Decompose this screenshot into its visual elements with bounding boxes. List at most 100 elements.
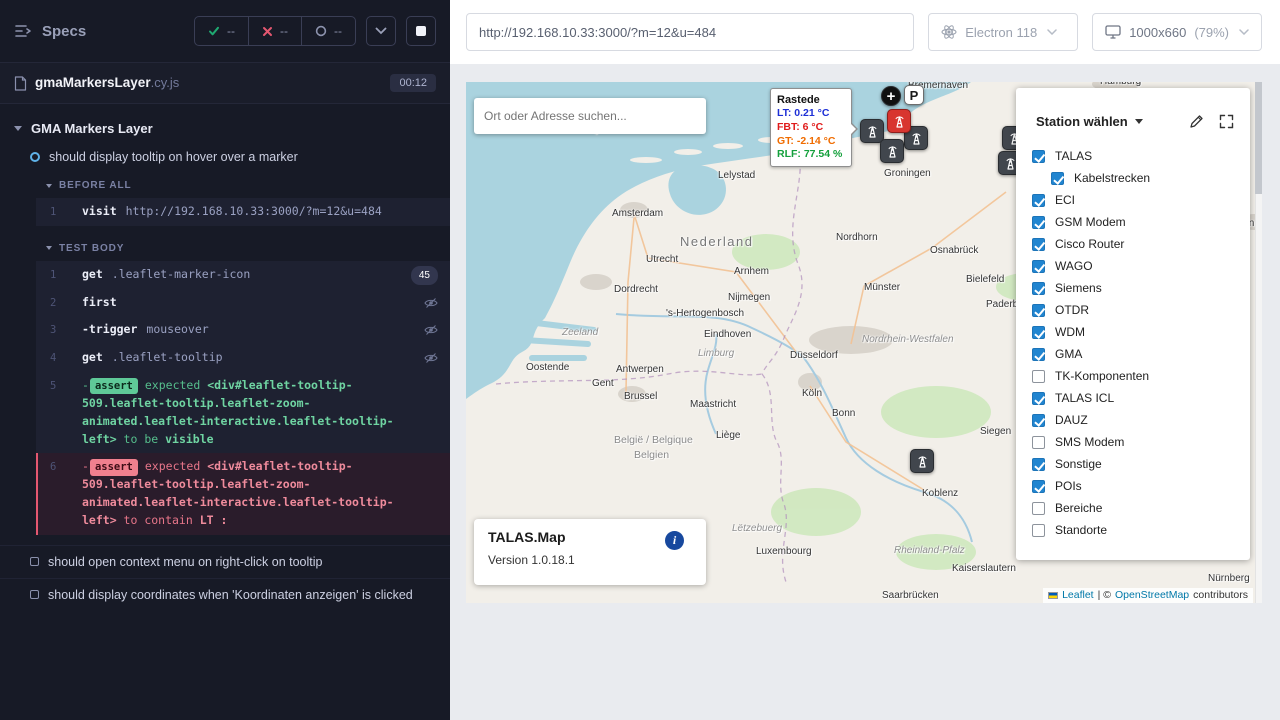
layer-checkbox[interactable]: [1032, 348, 1045, 361]
layer-checkbox[interactable]: [1032, 304, 1045, 317]
layer-item-sonstige[interactable]: Sonstige: [1032, 453, 1250, 475]
layer-checkbox[interactable]: [1032, 480, 1045, 493]
layer-checkbox[interactable]: [1032, 282, 1045, 295]
command-row[interactable]: 1get.leaflet-marker-icon45: [36, 261, 450, 289]
layer-item-standorte[interactable]: Standorte: [1032, 519, 1250, 541]
command-row[interactable]: 5-assertexpected <div#leaflet-tooltip-50…: [36, 372, 450, 453]
layer-item-kabelstrecken[interactable]: Kabelstrecken: [1032, 167, 1250, 189]
layer-label: POIs: [1055, 479, 1082, 493]
layer-checkbox[interactable]: [1032, 392, 1045, 405]
invisible-eye-icon: [424, 324, 438, 342]
map-scrollbar[interactable]: [1255, 82, 1262, 603]
station-select-dropdown[interactable]: Station wählen: [1036, 114, 1143, 129]
station-marker[interactable]: [880, 139, 904, 163]
collapse-all-button[interactable]: [366, 16, 396, 46]
layer-item-talas-icl[interactable]: TALAS ICL: [1032, 387, 1250, 409]
pending-test-row[interactable]: should display coordinates when 'Koordin…: [0, 578, 450, 611]
suite-row[interactable]: GMA Markers Layer: [0, 114, 450, 143]
leaflet-map[interactable]: HamburgBremerhavenBremenNiedersachsenHan…: [466, 82, 1262, 603]
command-number: 5: [50, 378, 56, 394]
test-body-header[interactable]: TEST BODY: [0, 234, 450, 259]
parking-marker[interactable]: P: [904, 85, 924, 105]
cypress-reporter: Specs -- -- --: [0, 0, 450, 720]
map-place-label: Düsseldorf: [790, 350, 838, 361]
chevron-down-icon: [375, 27, 387, 35]
url-input[interactable]: http://192.168.10.33:3000/?m=12&u=484: [466, 13, 914, 51]
map-place-label: Limburg: [698, 348, 734, 359]
layer-label: GMA: [1055, 347, 1082, 361]
active-test-row[interactable]: should display tooltip on hover over a m…: [0, 143, 450, 171]
browser-selector[interactable]: Electron 118: [928, 13, 1078, 51]
map-place-label: Saarbrücken: [882, 590, 939, 601]
map-place-label: Brussel: [624, 391, 657, 402]
panel-header: Station wählen: [1016, 88, 1250, 141]
before-all-commands: 1visithttp://192.168.10.33:3000/?m=12&u=…: [36, 198, 450, 226]
viewport-selector[interactable]: 1000x660 (79%): [1092, 13, 1262, 51]
command-text: visithttp://192.168.10.33:3000/?m=12&u=4…: [82, 203, 436, 221]
cluster-plus-marker[interactable]: +: [881, 86, 901, 106]
map-place-label: Utrecht: [646, 254, 678, 265]
scrollbar-thumb[interactable]: [1255, 82, 1262, 194]
layer-label: Bereiche: [1055, 501, 1102, 515]
marker-tooltip[interactable]: Rastede LT: 0.21 °CFBT: 6 °CGT: -2.14 °C…: [770, 88, 852, 167]
map-place-label: Arnhem: [734, 266, 769, 277]
layer-checkbox[interactable]: [1032, 326, 1045, 339]
station-marker-highlighted[interactable]: [887, 109, 911, 133]
map-place-label: Dordrecht: [614, 284, 658, 295]
map-search-box[interactable]: [474, 98, 706, 134]
active-test-title: should display tooltip on hover over a m…: [49, 150, 298, 164]
layer-checkbox[interactable]: [1032, 194, 1045, 207]
layer-checkbox[interactable]: [1032, 370, 1045, 383]
layer-checkbox[interactable]: [1032, 458, 1045, 471]
info-icon[interactable]: i: [665, 531, 684, 550]
command-row[interactable]: 4get.leaflet-tooltip: [36, 344, 450, 372]
layer-label: TALAS ICL: [1055, 391, 1114, 405]
layer-checkbox[interactable]: [1032, 436, 1045, 449]
map-place-label: Luxembourg: [756, 546, 812, 557]
layer-checkbox[interactable]: [1032, 216, 1045, 229]
command-number: 3: [50, 322, 56, 338]
layer-item-talas[interactable]: TALAS: [1032, 145, 1250, 167]
map-search-input[interactable]: [484, 109, 696, 123]
layer-checkbox[interactable]: [1051, 172, 1064, 185]
layer-item-dauz[interactable]: DAUZ: [1032, 409, 1250, 431]
layer-item-siemens[interactable]: Siemens: [1032, 277, 1250, 299]
map-place-label: Nordhorn: [836, 232, 878, 243]
pending-test-row[interactable]: should open context menu on right-click …: [0, 545, 450, 578]
stop-run-button[interactable]: [406, 16, 436, 46]
layer-checkbox[interactable]: [1032, 238, 1045, 251]
command-text: get.leaflet-marker-icon: [82, 266, 436, 284]
edit-pencil-icon[interactable]: [1189, 114, 1204, 129]
layer-checkbox[interactable]: [1032, 502, 1045, 515]
layer-checkbox[interactable]: [1032, 414, 1045, 427]
layer-item-wdm[interactable]: WDM: [1032, 321, 1250, 343]
layer-item-pois[interactable]: POIs: [1032, 475, 1250, 497]
command-text: first: [82, 294, 436, 312]
specs-toggle-icon[interactable]: [14, 24, 32, 38]
command-row[interactable]: 1visithttp://192.168.10.33:3000/?m=12&u=…: [36, 198, 450, 226]
spec-header: gmaMarkersLayer.cy.js 00:12: [0, 62, 450, 104]
layer-checkbox[interactable]: [1032, 260, 1045, 273]
command-row[interactable]: 2first: [36, 289, 450, 317]
layer-item-tk-komponenten[interactable]: TK-Komponenten: [1032, 365, 1250, 387]
station-marker[interactable]: [910, 449, 934, 473]
osm-link[interactable]: OpenStreetMap: [1115, 589, 1189, 601]
fullscreen-expand-icon[interactable]: [1219, 114, 1234, 129]
layer-item-cisco-router[interactable]: Cisco Router: [1032, 233, 1250, 255]
layer-item-gma[interactable]: GMA: [1032, 343, 1250, 365]
layer-item-otdr[interactable]: OTDR: [1032, 299, 1250, 321]
layer-item-gsm-modem[interactable]: GSM Modem: [1032, 211, 1250, 233]
layer-item-bereiche[interactable]: Bereiche: [1032, 497, 1250, 519]
before-all-header[interactable]: BEFORE ALL: [0, 171, 450, 196]
map-place-label: Kaiserslautern: [952, 563, 1016, 574]
command-row[interactable]: 3-triggermouseover: [36, 316, 450, 344]
leaflet-link[interactable]: Leaflet: [1062, 589, 1094, 601]
layer-item-eci[interactable]: ECI: [1032, 189, 1250, 211]
layer-checkbox[interactable]: [1032, 150, 1045, 163]
layer-checkbox[interactable]: [1032, 524, 1045, 537]
layer-item-wago[interactable]: WAGO: [1032, 255, 1250, 277]
layer-item-sms-modem[interactable]: SMS Modem: [1032, 431, 1250, 453]
pending-test-icon: [30, 590, 39, 599]
specs-title[interactable]: Specs: [42, 23, 86, 40]
command-row[interactable]: 6-assertexpected <div#leaflet-tooltip-50…: [36, 453, 450, 534]
